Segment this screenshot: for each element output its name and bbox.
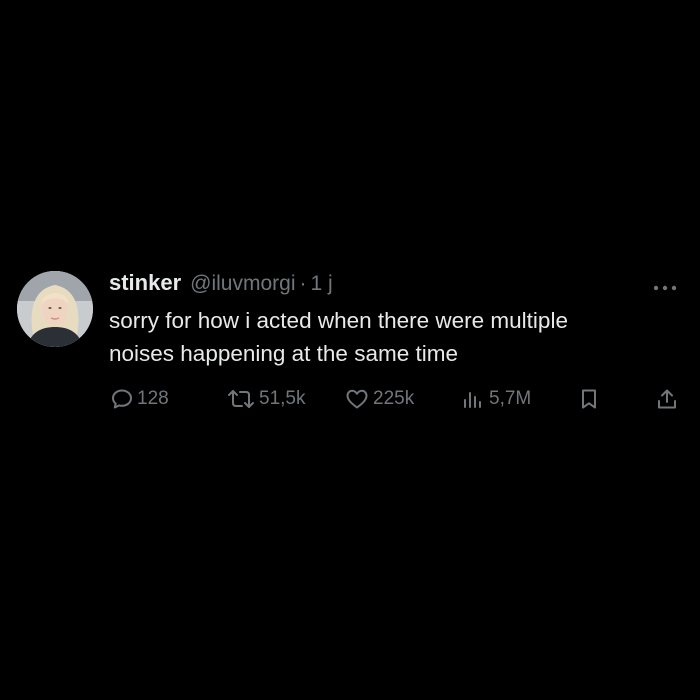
action-bar: 128 51,5k 225k 5,7M bbox=[0, 384, 700, 414]
avatar[interactable] bbox=[17, 271, 93, 347]
repost-icon bbox=[228, 390, 254, 408]
like-button[interactable]: 225k bbox=[344, 384, 414, 414]
views-icon bbox=[464, 392, 481, 408]
heart-icon bbox=[346, 389, 368, 409]
user-handle[interactable]: @iluvmorgi bbox=[190, 272, 295, 296]
tweet[interactable]: stinker @iluvmorgi · 1 j sorry for how i… bbox=[0, 0, 700, 700]
avatar-image bbox=[17, 271, 93, 347]
more-options-button[interactable] bbox=[650, 280, 680, 291]
reply-button[interactable]: 128 bbox=[110, 384, 169, 414]
separator-dot: · bbox=[299, 272, 307, 295]
tweet-header: stinker @iluvmorgi · 1 j bbox=[109, 270, 333, 300]
reply-count: 128 bbox=[137, 388, 169, 409]
views-button[interactable]: 5,7M bbox=[460, 384, 531, 414]
tweet-text: sorry for how i acted when there were mu… bbox=[109, 304, 679, 370]
tweet-text-line: noises happening at the same time bbox=[109, 341, 458, 366]
bookmark-icon bbox=[582, 389, 596, 409]
views-count: 5,7M bbox=[489, 388, 532, 409]
more-icon bbox=[653, 285, 677, 291]
tweet-text-line: sorry for how i acted when there were mu… bbox=[109, 308, 568, 333]
display-name[interactable]: stinker bbox=[109, 270, 181, 296]
bookmark-button[interactable] bbox=[577, 384, 601, 414]
timestamp[interactable]: 1 j bbox=[311, 272, 333, 296]
like-count: 225k bbox=[373, 388, 415, 409]
repost-count: 51,5k bbox=[259, 388, 306, 409]
share-icon bbox=[658, 389, 676, 409]
share-button[interactable] bbox=[655, 384, 679, 414]
reply-icon bbox=[112, 389, 132, 409]
repost-button[interactable]: 51,5k bbox=[226, 384, 305, 414]
